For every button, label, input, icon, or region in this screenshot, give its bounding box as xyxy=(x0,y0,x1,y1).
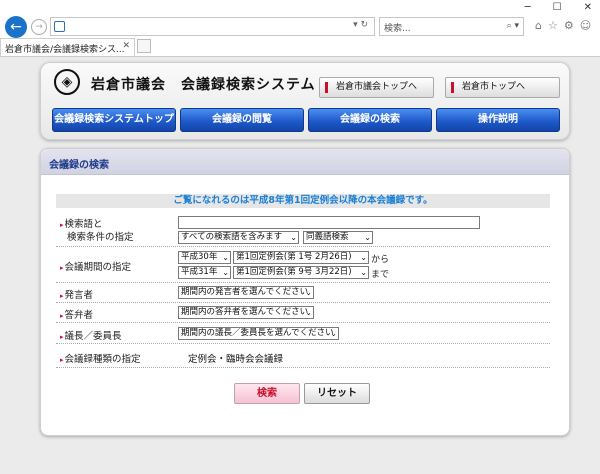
ie-page-icon xyxy=(54,21,65,32)
maximize-button[interactable]: ☐ xyxy=(553,2,562,13)
keyword-label: ▸検索語と xyxy=(60,216,103,230)
bullet-icon: ▸ xyxy=(60,292,64,300)
red-bar-icon xyxy=(451,82,454,93)
record-type-label: ▸会議録種類の指定 xyxy=(60,351,141,365)
main-nav: 会議録検索システムトップ 会議録の閲覧 会議録の検索 操作説明 xyxy=(52,108,560,132)
from-suffix: から xyxy=(371,255,390,265)
speaker-row: ▸発言者 期間内の発言者を選んでください ⌄ xyxy=(56,283,550,303)
speaker-select-value: 期間内の発言者を選んでください xyxy=(181,287,309,297)
chevron-down-icon: ⌄ xyxy=(290,233,297,242)
address-bar[interactable]: ▾ ↻ xyxy=(50,17,375,36)
search-panel: 会議録の検索 ご覧になれるのは平成8年第1回定例会以降の本会議録です。 ▸検索語… xyxy=(40,148,570,436)
period-label: ▸会議期間の指定 xyxy=(60,259,131,273)
city-top-label: 岩倉市トップへ xyxy=(462,82,526,92)
chevron-down-icon: ⌄ xyxy=(222,253,229,262)
home-icon[interactable]: ⌂ xyxy=(535,19,542,32)
condition-select[interactable]: すべての検索語を含みます ⌄ xyxy=(178,231,299,244)
new-tab-button[interactable] xyxy=(137,39,151,53)
speaker-label-text: 発言者 xyxy=(64,290,94,301)
chair-label-text: 議長／委員長 xyxy=(64,331,122,342)
chevron-down-icon: ⌄ xyxy=(330,329,337,338)
record-type-row: ▸会議録種類の指定 定例会・臨時会会議録 xyxy=(56,344,550,368)
from-session-value: 第1回定例会(第 1号 2月26日) xyxy=(236,252,352,262)
to-year-select[interactable]: 平成31年 ⌄ xyxy=(178,266,231,279)
responder-label: ▸答弁者 xyxy=(60,307,93,321)
search-icon[interactable]: ⌕ ▾ xyxy=(507,21,519,31)
to-year-value: 平成31年 xyxy=(181,267,218,277)
chevron-down-icon: ⌄ xyxy=(360,253,367,262)
from-year-select[interactable]: 平成30年 ⌄ xyxy=(178,251,231,264)
keyword-input[interactable] xyxy=(178,216,480,229)
site-title: 岩倉市議会 会議録検索システム xyxy=(91,77,316,93)
browser-chrome: ─ ☐ ✕ ← → ▾ ↻ 検索... ⌕ ▾ ⌂ ☆ ⚙ ☺ 岩倉市議会/会議… xyxy=(0,0,600,56)
panel-heading: 会議録の検索 xyxy=(41,149,569,175)
city-logo-icon: ◈ xyxy=(54,69,80,95)
browser-search-input[interactable]: 検索... ⌕ ▾ xyxy=(379,17,524,36)
bullet-icon: ▸ xyxy=(60,312,64,320)
bullet-icon: ▸ xyxy=(60,356,64,364)
chair-label: ▸議長／委員長 xyxy=(60,328,122,342)
window-controls: ─ ☐ ✕ xyxy=(525,2,592,13)
smiley-icon[interactable]: ☺ xyxy=(580,19,591,32)
search-button[interactable]: 検索 xyxy=(234,383,300,404)
speaker-label: ▸発言者 xyxy=(60,287,93,301)
from-year-value: 平成30年 xyxy=(181,252,218,262)
nav-help[interactable]: 操作説明 xyxy=(436,108,560,132)
bullet-icon: ▸ xyxy=(60,221,64,229)
notice-banner: ご覧になれるのは平成8年第1回定例会以降の本会議録です。 xyxy=(56,194,550,208)
red-bar-icon xyxy=(325,82,328,93)
responder-label-text: 答弁者 xyxy=(64,310,94,321)
to-session-value: 第1回定例会(第 9号 3月22日) xyxy=(236,267,352,277)
forward-button[interactable]: → xyxy=(31,19,47,35)
chair-row: ▸議長／委員長 期間内の議長／委員長を選んでください ⌄ xyxy=(56,323,550,344)
council-top-label: 岩倉市議会トップへ xyxy=(336,82,418,92)
bullet-icon: ▸ xyxy=(60,264,64,272)
to-suffix: まで xyxy=(371,270,390,280)
nav-browse[interactable]: 会議録の閲覧 xyxy=(180,108,304,132)
favorites-icon[interactable]: ☆ xyxy=(548,19,558,32)
from-session-select[interactable]: 第1回定例会(第 1号 2月26日) ⌄ xyxy=(233,251,369,264)
responder-select[interactable]: 期間内の答弁者を選んでください ⌄ xyxy=(178,306,314,319)
nav-search[interactable]: 会議録の検索 xyxy=(308,108,432,132)
chevron-down-icon: ⌄ xyxy=(222,268,229,277)
tab-close-icon[interactable]: ✕ xyxy=(122,41,130,51)
to-session-select[interactable]: 第1回定例会(第 9号 3月22日) ⌄ xyxy=(233,266,369,279)
site-header: ◈ 岩倉市議会 会議録検索システム 岩倉市議会トップへ 岩倉市トップへ 会議録検… xyxy=(40,62,570,140)
chair-select-value: 期間内の議長／委員長を選んでください xyxy=(181,328,334,338)
back-button[interactable]: ← xyxy=(5,16,27,38)
city-top-link[interactable]: 岩倉市トップへ xyxy=(445,77,560,98)
chevron-down-icon: ⌄ xyxy=(305,288,312,297)
condition-select-value: すべての検索語を含みます xyxy=(181,232,283,242)
minimize-button[interactable]: ─ xyxy=(525,2,531,13)
chair-select[interactable]: 期間内の議長／委員長を選んでください ⌄ xyxy=(178,327,339,340)
bullet-icon: ▸ xyxy=(60,333,64,341)
keyword-label-line2: 検索条件の指定 xyxy=(67,232,134,243)
chevron-down-icon: ⌄ xyxy=(305,308,312,317)
speaker-select[interactable]: 期間内の発言者を選んでください ⌄ xyxy=(178,286,314,299)
reset-button[interactable]: リセット xyxy=(304,383,370,404)
browser-tab[interactable]: 岩倉市議会/会議録検索シス... ✕ xyxy=(0,38,135,56)
toolbar-icons: ⌂ ☆ ⚙ ☺ xyxy=(535,19,591,32)
responder-row: ▸答弁者 期間内の答弁者を選んでください ⌄ xyxy=(56,303,550,323)
synonym-select[interactable]: 同義語検索 ⌄ xyxy=(303,231,373,244)
keyword-row: ▸検索語と 検索条件の指定 すべての検索語を含みます ⌄ 同義語検索 ⌄ xyxy=(56,213,550,247)
page-area: ◈ 岩倉市議会 会議録検索システム 岩倉市議会トップへ 岩倉市トップへ 会議録検… xyxy=(0,56,600,474)
record-type-label-text: 会議録種類の指定 xyxy=(64,354,141,365)
chevron-down-icon: ⌄ xyxy=(360,268,367,277)
refresh-icon[interactable]: ▾ ↻ xyxy=(353,20,368,30)
tab-title: 岩倉市議会/会議録検索シス... xyxy=(5,45,125,55)
close-window-button[interactable]: ✕ xyxy=(584,2,592,13)
council-top-link[interactable]: 岩倉市議会トップへ xyxy=(319,77,434,98)
responder-select-value: 期間内の答弁者を選んでください xyxy=(181,307,309,317)
nav-system-top[interactable]: 会議録検索システムトップ xyxy=(52,108,176,132)
period-row: ▸会議期間の指定 平成30年 ⌄ 第1回定例会(第 1号 2月26日) ⌄ から 平… xyxy=(56,247,550,283)
chevron-down-icon: ⌄ xyxy=(364,233,371,242)
period-label-text: 会議期間の指定 xyxy=(64,262,132,273)
record-type-value: 定例会・臨時会会議録 xyxy=(188,354,284,365)
synonym-select-value: 同義語検索 xyxy=(306,232,349,242)
search-placeholder: 検索... xyxy=(384,24,411,34)
gear-icon[interactable]: ⚙ xyxy=(564,19,574,32)
